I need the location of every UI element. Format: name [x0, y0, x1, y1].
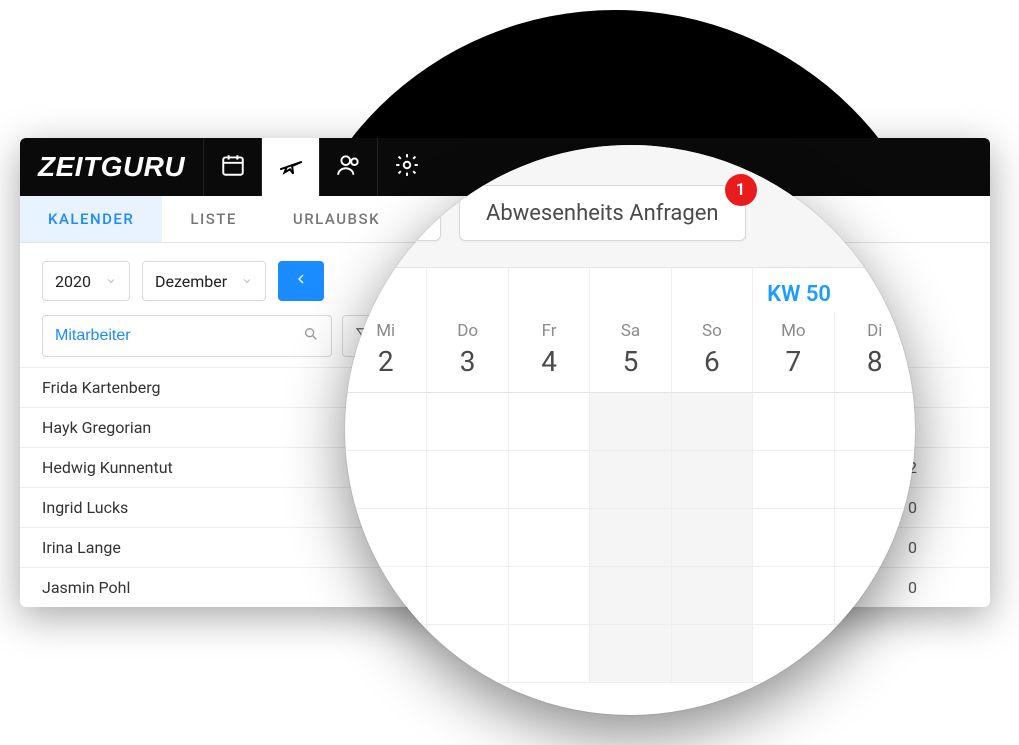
search-icon: [303, 326, 319, 346]
calendar-cell[interactable]: [345, 393, 426, 451]
notification-badge: 1: [725, 174, 757, 206]
calendar-cell[interactable]: [589, 509, 670, 567]
calendar-cell[interactable]: [752, 567, 833, 625]
calendar-cell[interactable]: [426, 509, 507, 567]
employee-name: Hedwig Kunnentut: [42, 458, 173, 477]
week-label: KW 50: [752, 268, 915, 313]
calendar-cell[interactable]: [834, 451, 915, 509]
calendar-cell[interactable]: [834, 393, 915, 451]
calendar-cell[interactable]: [752, 393, 833, 451]
day-nums-row: 2 3 4 5 6 7 8: [345, 343, 915, 393]
day-number: 6: [671, 343, 752, 393]
tab-liste[interactable]: LISTE: [162, 196, 265, 242]
day-name: Mo: [752, 313, 833, 343]
calendar-cell[interactable]: [345, 625, 426, 683]
airplane-icon: [278, 152, 304, 182]
calendar-cell[interactable]: [508, 451, 589, 509]
brand-logo: ZEITGURU: [20, 138, 203, 196]
employee-value: 0: [908, 538, 968, 557]
calendar-cell[interactable]: [426, 625, 507, 683]
calendar-cell[interactable]: [426, 567, 507, 625]
day-number: 4: [508, 343, 589, 393]
calendar-cell[interactable]: [671, 451, 752, 509]
employee-name: Jasmin Pohl: [42, 578, 130, 597]
calendar-cell[interactable]: [508, 509, 589, 567]
calendar-cell[interactable]: [345, 567, 426, 625]
calendar-cell[interactable]: [834, 509, 915, 567]
employee-value: 0: [908, 578, 968, 597]
calendar-cell[interactable]: [752, 451, 833, 509]
calendar-cell[interactable]: [508, 393, 589, 451]
calendar-cell[interactable]: [752, 625, 833, 683]
nav-calendar[interactable]: [203, 138, 261, 196]
prev-button[interactable]: [278, 261, 324, 301]
calendar-cell[interactable]: [752, 509, 833, 567]
scan-button[interactable]: [385, 185, 441, 241]
employee-value: 2: [908, 458, 968, 477]
calendar-cell[interactable]: [671, 625, 752, 683]
day-names-row: Mi Do Fr Sa So Mo Di: [345, 313, 915, 343]
calendar-cell[interactable]: [426, 393, 507, 451]
magnifier-overlay: Abwesenheits Anfragen 1 KW 50 Mi Do Fr S…: [345, 145, 915, 715]
day-number: 8: [834, 343, 915, 393]
year-value: 2020: [55, 272, 91, 291]
day-number: 2: [345, 343, 426, 393]
calendar-cell[interactable]: [426, 451, 507, 509]
employee-name: Ingrid Lucks: [42, 498, 128, 517]
calendar-cell[interactable]: [508, 567, 589, 625]
calendar-cell[interactable]: [671, 567, 752, 625]
day-number: 5: [589, 343, 670, 393]
absence-requests-button[interactable]: Abwesenheits Anfragen 1: [459, 185, 746, 241]
calendar-icon: [220, 152, 246, 182]
calendar-cell[interactable]: [671, 509, 752, 567]
calendar-cell[interactable]: [671, 393, 752, 451]
year-select[interactable]: 2020: [42, 261, 130, 301]
day-name: Fr: [508, 313, 589, 343]
calendar-cell[interactable]: [834, 625, 915, 683]
day-name: So: [671, 313, 752, 343]
chevron-down-icon: [105, 272, 117, 291]
calendar-cell[interactable]: [589, 625, 670, 683]
chevron-down-icon: [241, 272, 253, 291]
tab-kalender[interactable]: KALENDER: [20, 196, 162, 242]
month-value: Dezember: [155, 272, 227, 291]
month-select[interactable]: Dezember: [142, 261, 266, 301]
calendar-cell[interactable]: [589, 451, 670, 509]
day-name: Sa: [589, 313, 670, 343]
employee-name: Frida Kartenberg: [42, 378, 160, 397]
calendar-cell[interactable]: [589, 567, 670, 625]
calendar-cell[interactable]: [834, 567, 915, 625]
day-number: 3: [426, 343, 507, 393]
calendar-cell[interactable]: [345, 451, 426, 509]
day-number: 7: [752, 343, 833, 393]
calendar-grid: [345, 393, 915, 683]
search-input[interactable]: [55, 327, 303, 345]
employee-value: 0: [908, 498, 968, 517]
employee-name: Hayk Gregorian: [42, 418, 151, 437]
employee-name: Irina Lange: [42, 538, 121, 557]
employee-search[interactable]: [42, 315, 332, 357]
mag-toolbar: Abwesenheits Anfragen 1: [345, 145, 915, 268]
requests-label: Abwesenheits Anfragen: [486, 201, 719, 226]
calendar-cell[interactable]: [589, 393, 670, 451]
day-name: Di: [834, 313, 915, 343]
day-name: Mi: [345, 313, 426, 343]
day-name: Do: [426, 313, 507, 343]
scan-icon: [399, 197, 427, 229]
calendar-cell[interactable]: [508, 625, 589, 683]
week-header: KW 50: [345, 268, 915, 313]
chevron-left-icon: [293, 271, 309, 291]
calendar-cell[interactable]: [345, 509, 426, 567]
nav-absence[interactable]: [261, 138, 319, 196]
